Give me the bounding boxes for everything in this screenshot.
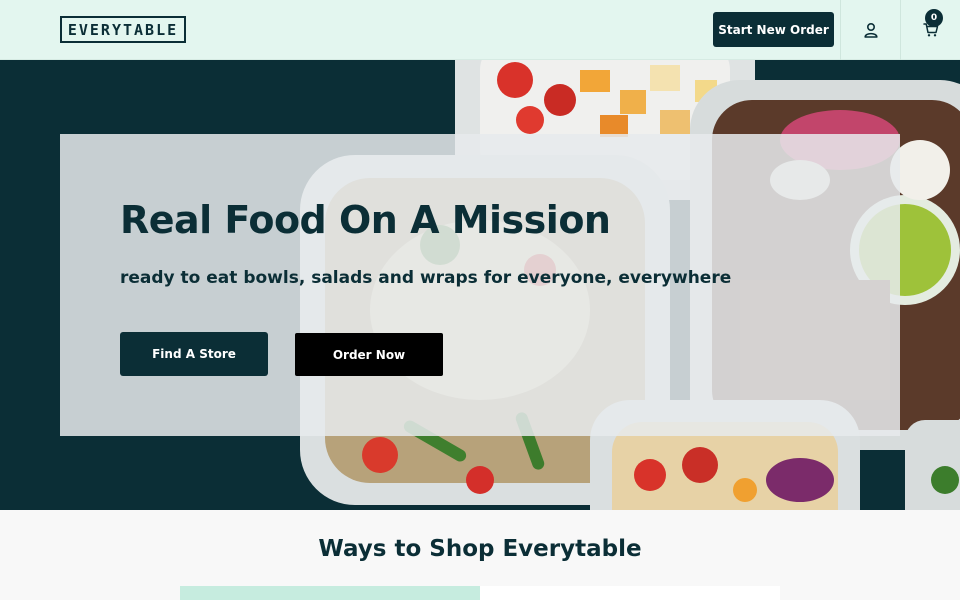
find-store-button[interactable]: Find A Store [120, 332, 268, 376]
order-now-button[interactable]: Order Now [295, 333, 443, 376]
user-icon [863, 22, 878, 38]
account-button[interactable] [841, 0, 900, 60]
hero-title: Real Food On A Mission [120, 198, 611, 242]
everytable-logo[interactable]: EVERYTABLE [60, 16, 186, 43]
hero-card: Real Food On A Mission ready to eat bowl… [60, 134, 900, 436]
hero-subtitle: ready to eat bowls, salads and wraps for… [120, 268, 732, 288]
shop-option-card[interactable] [180, 586, 480, 600]
hero-section: Real Food On A Mission ready to eat bowl… [0, 60, 960, 510]
ways-to-shop-title: Ways to Shop Everytable [318, 536, 642, 562]
bowl-container-edge [905, 420, 960, 510]
shop-option-card[interactable] [480, 586, 780, 600]
start-new-order-button[interactable]: Start New Order [713, 12, 834, 47]
site-header: EVERYTABLE Start New Order 0 [0, 0, 960, 60]
ways-to-shop-section: Ways to Shop Everytable [0, 510, 960, 600]
cart-count-badge: 0 [925, 9, 943, 27]
